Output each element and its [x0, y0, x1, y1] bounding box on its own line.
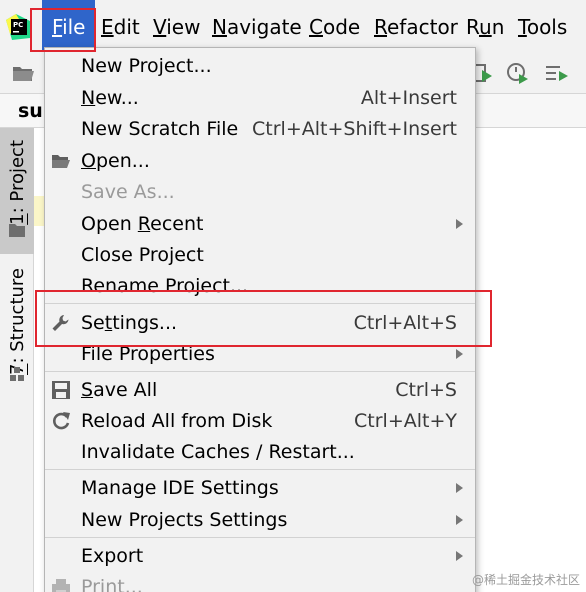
folder-icon [13, 67, 34, 81]
menu-item-save-as: Save As... [45, 177, 475, 207]
svg-text:PC: PC [13, 21, 23, 29]
project-tab-label: 1: Project [7, 140, 28, 225]
menu-item-label: New Project... [81, 55, 212, 77]
run-list-icon [546, 66, 568, 81]
menu-item-label: New Projects Settings [81, 509, 288, 531]
menu-item-open-recent[interactable]: Open Recent [45, 209, 475, 239]
folder-icon [9, 224, 25, 237]
menu-item-label: Save All [81, 379, 158, 401]
menu-item-shortcut: Ctrl+Alt+Y [354, 410, 457, 432]
menu-item-label: Close Project [81, 244, 204, 266]
menu-navigate[interactable]: Navigate [212, 0, 302, 52]
print-icon [52, 579, 70, 592]
folder-open-icon [52, 155, 70, 168]
menu-item-label: Export [81, 545, 144, 567]
structure-icon [10, 367, 24, 381]
menu-item-label: New Scratch File [81, 118, 239, 140]
run-concurrency-button[interactable] [542, 58, 572, 88]
menu-item-new-project[interactable]: New Project... [45, 51, 475, 81]
menu-item-label: Open... [81, 150, 150, 172]
submenu-arrow-icon [456, 349, 463, 359]
menu-tools[interactable]: Tools [518, 0, 567, 52]
menu-item-label: Print... [81, 576, 143, 592]
menu-item-open[interactable]: Open... [45, 146, 475, 176]
profiler-icon [507, 63, 528, 84]
menu-item-label: Invalidate Caches / Restart... [81, 441, 355, 463]
menu-item-new[interactable]: New... Alt+Insert [45, 83, 475, 113]
structure-tab-label: 7: Structure [7, 268, 28, 375]
menu-item-save-all[interactable]: Save All Ctrl+S [45, 375, 475, 405]
menu-item-label: Reload All from Disk [81, 410, 273, 432]
menu-item-label: Save As... [81, 181, 175, 203]
menu-code[interactable]: Code [309, 0, 360, 52]
save-icon [52, 381, 70, 399]
settings-highlight-box [35, 290, 492, 347]
menu-separator [45, 371, 475, 372]
menu-separator [45, 469, 475, 470]
pycharm-logo-icon: PC [6, 14, 32, 40]
submenu-arrow-icon [456, 483, 463, 493]
submenu-arrow-icon [456, 219, 463, 229]
menu-separator [45, 537, 475, 538]
menu-item-reload-all[interactable]: Reload All from Disk Ctrl+Alt+Y [45, 406, 475, 436]
menu-item-new-scratch-file[interactable]: New Scratch File Ctrl+Alt+Shift+Insert [45, 114, 475, 144]
menu-refactor[interactable]: Refactor [374, 0, 458, 52]
reload-icon [53, 412, 70, 430]
submenu-arrow-icon [456, 515, 463, 525]
menu-item-print: Print... [45, 572, 475, 592]
menu-edit[interactable]: Edit [101, 0, 140, 52]
menu-item-label: Open Recent [81, 213, 204, 235]
menu-item-shortcut: Alt+Insert [360, 87, 457, 109]
file-menu-highlight-box [30, 8, 96, 52]
menu-item-manage-ide-settings[interactable]: Manage IDE Settings [45, 473, 475, 503]
menu-item-shortcut: Ctrl+Alt+Shift+Insert [252, 118, 457, 140]
watermark: @稀土掘金技术社区 [471, 573, 580, 587]
menu-item-invalidate-caches[interactable]: Invalidate Caches / Restart... [45, 437, 475, 467]
highlight-strip [34, 196, 44, 226]
menu-item-label: Manage IDE Settings [81, 477, 279, 499]
menu-run[interactable]: Run [466, 0, 504, 52]
submenu-arrow-icon [456, 551, 463, 561]
menu-item-close-project[interactable]: Close Project [45, 240, 475, 270]
menu-item-new-projects-settings[interactable]: New Projects Settings [45, 505, 475, 535]
menu-item-shortcut: Ctrl+S [395, 379, 457, 401]
menu-view[interactable]: View [153, 0, 200, 52]
menu-item-export[interactable]: Export [45, 541, 475, 571]
tool-window-tab-structure[interactable]: 7: Structure [0, 264, 34, 390]
menu-item-label: New... [81, 87, 139, 109]
profile-button[interactable] [503, 58, 533, 88]
tool-window-bar: 1: Project 7: Structure [0, 128, 34, 592]
open-folder-button[interactable] [8, 58, 38, 88]
tool-window-tab-project[interactable]: 1: Project [0, 128, 34, 254]
